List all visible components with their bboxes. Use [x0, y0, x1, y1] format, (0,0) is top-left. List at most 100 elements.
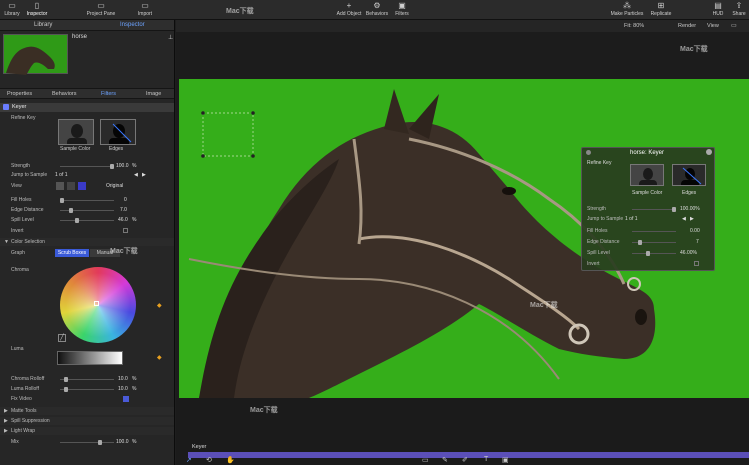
spill-suppression-section[interactable]: ▶ Spill Suppression	[0, 417, 174, 425]
inspector-button[interactable]: ▯ Inspector	[24, 0, 50, 20]
layer-label[interactable]: Keyer	[192, 444, 206, 450]
hud-info-icon[interactable]	[706, 149, 712, 155]
shape-tool-icon[interactable]: ▭	[422, 456, 429, 464]
fill-holes-knob[interactable]	[60, 198, 64, 203]
keyer-checkbox[interactable]	[3, 104, 9, 110]
scrub-boxes-button[interactable]: Scrub Boxes	[55, 249, 89, 257]
keyframe-diamond-icon[interactable]: ◆	[157, 302, 162, 309]
hud-sample-color-box[interactable]	[630, 164, 664, 186]
tab-library[interactable]: Library	[34, 22, 52, 28]
fix-video-checkbox[interactable]	[123, 396, 129, 402]
color-selection-section[interactable]: ▼ Color Selection	[0, 238, 174, 246]
invert-checkbox[interactable]	[123, 228, 128, 233]
spill-level-value[interactable]: 46.0	[118, 217, 128, 223]
hud-strength-knob[interactable]	[672, 207, 676, 212]
prev-sample-icon[interactable]: ◀	[134, 172, 138, 178]
mask-tool-icon[interactable]: ▣	[502, 456, 509, 464]
panel-tabs: Library Inspector	[0, 20, 174, 31]
text-tool-icon[interactable]: T	[484, 456, 488, 463]
pen-tool-icon[interactable]: ╱	[58, 334, 66, 342]
library-icon: ▭	[8, 1, 16, 10]
make-particles-button[interactable]: ⁂ Make Particles	[608, 0, 646, 20]
chroma-color-wheel[interactable]	[60, 267, 136, 343]
edges-box[interactable]	[100, 119, 136, 145]
share-button[interactable]: ⇪ Share	[730, 0, 748, 20]
hud-fill-holes-slider[interactable]	[632, 231, 676, 232]
strength-value[interactable]: 100.0	[116, 163, 129, 169]
behaviors-button[interactable]: ⚙ Behaviors	[364, 0, 390, 20]
import-button[interactable]: ▭ Import	[134, 0, 156, 20]
fill-holes-value[interactable]: 0	[124, 197, 127, 203]
select-tool-icon[interactable]: ➚	[186, 456, 192, 464]
keyer-timeline-bar[interactable]	[188, 452, 749, 458]
filters-button[interactable]: ▣ Filters	[392, 0, 412, 20]
tab-filters[interactable]: Filters	[101, 91, 116, 97]
hud-prev-sample-icon[interactable]: ◀	[682, 216, 686, 222]
view-matte-icon[interactable]	[67, 182, 75, 190]
hud-close-icon[interactable]	[586, 150, 591, 155]
chroma-rolloff-slider[interactable]	[60, 377, 114, 382]
chroma-rolloff-knob[interactable]	[64, 377, 68, 382]
tab-inspector[interactable]: Inspector	[120, 22, 145, 28]
hud-spill-level-knob[interactable]	[646, 251, 650, 256]
luma-gradient[interactable]	[57, 351, 123, 365]
pin-icon[interactable]: ⊥	[168, 34, 173, 41]
hud-edge-distance-knob[interactable]	[638, 240, 642, 245]
spill-level-knob[interactable]	[75, 218, 79, 223]
matte-tools-section[interactable]: ▶ Matte Tools	[0, 407, 174, 415]
hud-edges-box[interactable]	[672, 164, 706, 186]
spill-level-slider[interactable]	[60, 218, 114, 223]
view-menu[interactable]: View	[707, 23, 719, 29]
hand-tool-icon[interactable]: ✋	[226, 456, 235, 464]
edge-distance-row: Edge Distance 7.0	[11, 207, 127, 213]
hud-edge-distance-value[interactable]: 7	[696, 239, 699, 245]
hud-spill-level-slider[interactable]	[632, 251, 676, 256]
mix-value[interactable]: 100.0	[116, 439, 129, 445]
hud-spill-level-value[interactable]: 46.00%	[680, 250, 697, 256]
hud-edge-distance-slider[interactable]	[632, 240, 676, 245]
light-wrap-section[interactable]: ▶ Light Wrap	[0, 427, 174, 435]
bezier-tool-icon[interactable]: ✎	[442, 456, 448, 464]
tab-image[interactable]: Image	[146, 91, 161, 97]
luma-rolloff-knob[interactable]	[64, 387, 68, 392]
transform-tool-icon[interactable]: ⟲	[206, 456, 212, 464]
fill-holes-slider[interactable]	[60, 198, 114, 203]
paint-tool-icon[interactable]: ✐	[462, 456, 468, 464]
edge-distance-slider[interactable]	[60, 208, 114, 213]
strength-slider[interactable]	[60, 164, 114, 169]
keyer-header[interactable]: Keyer	[0, 103, 174, 112]
hud-next-sample-icon[interactable]: ▶	[690, 216, 694, 222]
project-pane-icon: ▭	[97, 1, 105, 10]
luma-keyframe-icon[interactable]: ◆	[157, 354, 162, 361]
edge-distance-value[interactable]: 7.0	[120, 207, 127, 213]
sample-color-box[interactable]	[58, 119, 94, 145]
edge-distance-knob[interactable]	[69, 208, 73, 213]
next-sample-icon[interactable]: ▶	[142, 172, 146, 178]
strength-slider-knob[interactable]	[110, 164, 114, 169]
tab-behaviors[interactable]: Behaviors	[52, 91, 76, 97]
luma-rolloff-slider[interactable]	[60, 387, 114, 392]
hud-strength-slider[interactable]	[632, 207, 676, 212]
render-menu[interactable]: Render	[678, 23, 696, 29]
add-object-button[interactable]: + Add Object	[334, 0, 364, 20]
viewer-options-icon[interactable]: ▭	[731, 22, 737, 29]
head-silhouette-icon	[67, 124, 87, 144]
library-button[interactable]: ▭ Library	[2, 0, 22, 20]
hud-button[interactable]: ▤ HUD	[710, 0, 726, 20]
tab-properties[interactable]: Properties	[7, 91, 32, 97]
hud-fill-holes-value[interactable]: 0.00	[690, 228, 700, 234]
replicate-icon: ⊞	[657, 1, 665, 10]
hud-strength-value[interactable]: 100.00%	[680, 206, 700, 212]
replicate-button[interactable]: ⊞ Replicate	[648, 0, 674, 20]
luma-rolloff-value[interactable]: 10.0	[118, 386, 128, 392]
hud-invert-checkbox[interactable]	[694, 261, 699, 266]
mix-slider[interactable]	[60, 440, 114, 445]
view-original-icon[interactable]	[78, 182, 86, 190]
chroma-rolloff-value[interactable]: 10.0	[118, 376, 128, 382]
chroma-selection-handle[interactable]	[94, 301, 99, 306]
mix-knob[interactable]	[98, 440, 102, 445]
project-pane-button[interactable]: ▭ Project Pane	[84, 0, 118, 20]
view-composite-icon[interactable]	[56, 182, 64, 190]
fit-zoom[interactable]: Fit: 80%	[624, 23, 644, 29]
keyer-hud[interactable]: horse: Keyer Refine Key Sample Color Edg…	[581, 147, 715, 271]
